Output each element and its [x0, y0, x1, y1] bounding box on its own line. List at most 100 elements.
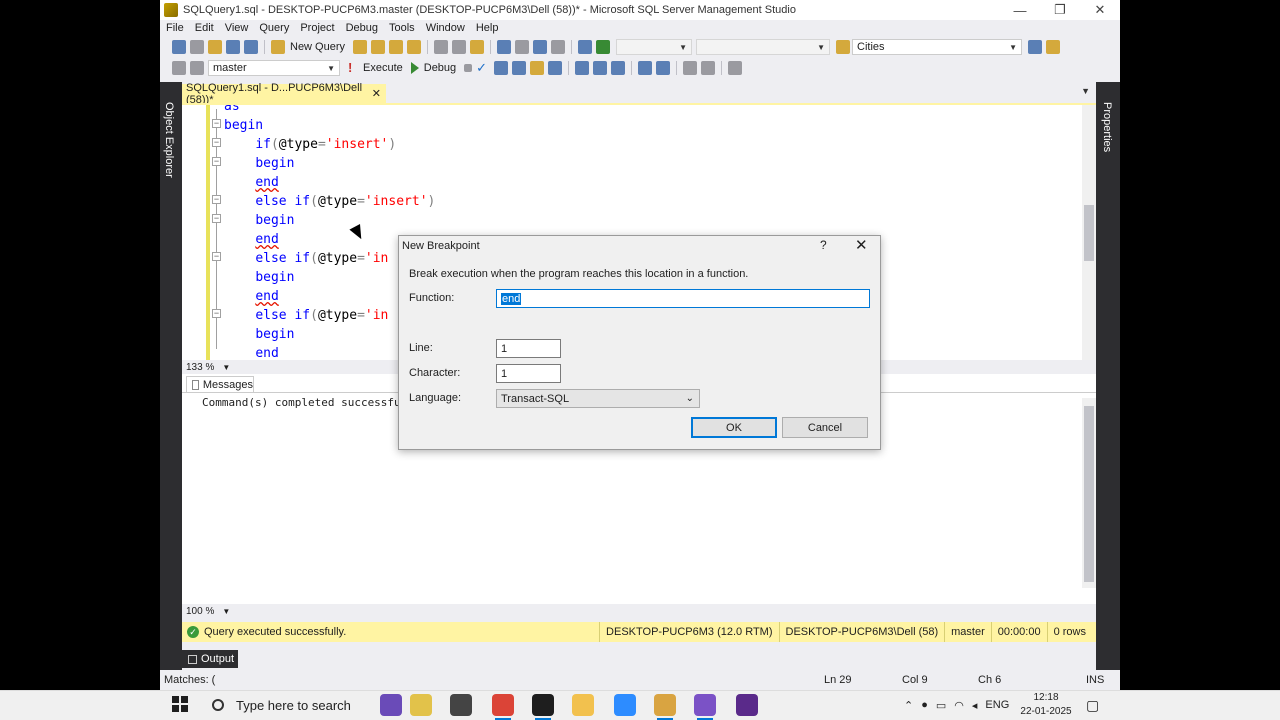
find-in-files-icon[interactable]: [836, 40, 851, 54]
find-combo[interactable]: Cities ▼: [852, 39, 1023, 55]
dialog-close-button[interactable]: ✕: [855, 236, 868, 254]
menu-edit[interactable]: Edit: [195, 22, 214, 34]
database-engine-query-icon[interactable]: [353, 40, 368, 54]
wifi-icon[interactable]: ◠: [954, 699, 964, 712]
taskbar-task-view-icon[interactable]: [450, 694, 472, 716]
results-vertical-scrollbar[interactable]: [1082, 398, 1096, 588]
taskbar-media-player-icon[interactable]: [736, 694, 758, 716]
properties-icon[interactable]: [1046, 40, 1061, 54]
zoom-dropdown-icon[interactable]: ▼: [222, 607, 230, 616]
display-plan-icon[interactable]: [494, 61, 509, 75]
properties-tab[interactable]: Properties: [1101, 102, 1113, 152]
menu-project[interactable]: Project: [300, 22, 334, 34]
connect-icon[interactable]: [172, 61, 186, 75]
decrease-indent-icon[interactable]: [683, 61, 698, 75]
messages-tab[interactable]: Messages: [186, 376, 254, 393]
taskbar-visual-studio-icon[interactable]: [694, 694, 716, 720]
menu-file[interactable]: File: [166, 22, 184, 34]
object-explorer-tab[interactable]: Object Explorer: [163, 102, 175, 178]
query-document-tab[interactable]: SQLQuery1.sql - D...PUCP6M3\Dell (58))* …: [182, 82, 386, 106]
maximize-button[interactable]: ❐: [1040, 0, 1080, 20]
menu-query[interactable]: Query: [259, 22, 289, 34]
fold-toggle-icon[interactable]: −: [212, 309, 221, 318]
fold-toggle-icon[interactable]: −: [212, 157, 221, 166]
undo-icon[interactable]: [497, 40, 512, 54]
help-button[interactable]: ?: [820, 238, 827, 252]
microphone-icon[interactable]: ●: [921, 699, 928, 711]
add-item-icon[interactable]: [190, 40, 204, 54]
query-options-icon[interactable]: [512, 61, 527, 75]
windows-start-icon[interactable]: [172, 696, 188, 712]
ok-button[interactable]: OK: [691, 417, 777, 438]
analysis-query-icon[interactable]: [371, 40, 386, 54]
menu-tools[interactable]: Tools: [389, 22, 415, 34]
volume-icon[interactable]: ◂: [972, 699, 978, 712]
zoom-dropdown-icon[interactable]: ▼: [222, 363, 230, 372]
new-query-icon[interactable]: [271, 40, 285, 54]
menu-help[interactable]: Help: [476, 22, 499, 34]
navigate-forward-icon[interactable]: [551, 40, 566, 54]
taskbar-ssms-icon[interactable]: [654, 694, 676, 720]
notification-icon[interactable]: ▢: [1086, 690, 1099, 720]
battery-icon[interactable]: ▭: [936, 699, 946, 712]
taskbar-zoom-icon[interactable]: [614, 694, 636, 716]
comment-icon[interactable]: [638, 61, 653, 75]
solution-platform-combo[interactable]: ▼: [696, 39, 831, 55]
taskbar-chrome-icon[interactable]: [492, 694, 514, 720]
change-connection-icon[interactable]: [190, 61, 204, 75]
debug-button[interactable]: Debug: [424, 62, 456, 74]
redo-icon[interactable]: [515, 40, 530, 54]
results-zoom-level[interactable]: 100 %: [186, 606, 214, 617]
available-databases-combo[interactable]: master ▼: [208, 60, 340, 76]
intellisense-icon[interactable]: [530, 61, 545, 75]
fold-toggle-icon[interactable]: −: [212, 252, 221, 261]
input-language[interactable]: ENG: [985, 699, 1009, 711]
execute-button[interactable]: Execute: [363, 62, 403, 74]
mdx-query-icon[interactable]: [389, 40, 404, 54]
function-input[interactable]: end: [496, 289, 870, 308]
output-tab[interactable]: Output: [182, 650, 238, 668]
fold-toggle-icon[interactable]: −: [212, 214, 221, 223]
minimize-button[interactable]: —: [1000, 0, 1040, 20]
editor-vertical-scrollbar[interactable]: [1082, 105, 1096, 360]
solution-configuration-combo[interactable]: ▼: [616, 39, 693, 55]
increase-indent-icon[interactable]: [701, 61, 716, 75]
fold-toggle-icon[interactable]: −: [212, 195, 221, 204]
menu-window[interactable]: Window: [426, 22, 465, 34]
results-scroll-thumb[interactable]: [1084, 406, 1094, 582]
new-query-button[interactable]: New Query: [290, 41, 345, 53]
line-input[interactable]: 1: [496, 339, 561, 358]
uncomment-icon[interactable]: [656, 61, 671, 75]
cancel-query-icon[interactable]: [464, 64, 473, 72]
save-icon[interactable]: [226, 40, 240, 54]
taskbar-search-box[interactable]: Type here to search: [200, 690, 372, 720]
specify-template-values-icon[interactable]: [728, 61, 743, 75]
copy-icon[interactable]: [452, 40, 467, 54]
navigate-backward-icon[interactable]: [533, 40, 548, 54]
results-to-file-icon[interactable]: [611, 61, 626, 75]
close-tab-icon[interactable]: ✕: [372, 87, 381, 100]
paste-icon[interactable]: [470, 40, 485, 54]
activity-monitor-icon[interactable]: [578, 40, 593, 54]
taskbar-media-app-icon[interactable]: [380, 694, 402, 716]
character-input[interactable]: 1: [496, 364, 561, 383]
debug-icon[interactable]: [410, 62, 419, 74]
results-to-grid-icon[interactable]: [593, 61, 608, 75]
save-all-icon[interactable]: [244, 40, 258, 54]
language-select[interactable]: Transact-SQL ⌄: [496, 389, 700, 408]
close-window-button[interactable]: ✕: [1080, 0, 1120, 20]
execute-icon[interactable]: !: [348, 61, 358, 75]
menu-view[interactable]: View: [225, 22, 249, 34]
start-icon[interactable]: [596, 40, 611, 54]
editor-zoom-level[interactable]: 133 %: [186, 362, 214, 373]
fold-toggle-icon[interactable]: −: [212, 138, 221, 147]
cut-icon[interactable]: [434, 40, 449, 54]
solution-explorer-icon[interactable]: [1028, 40, 1043, 54]
taskbar-clock[interactable]: 12:18 22-01-2025: [1018, 690, 1074, 720]
taskbar-notes-app-icon[interactable]: [410, 694, 432, 716]
menu-debug[interactable]: Debug: [346, 22, 378, 34]
tab-dropdown-icon[interactable]: ▼: [1081, 86, 1090, 96]
parse-check-icon[interactable]: ✓: [476, 61, 490, 75]
xmla-query-icon[interactable]: [407, 40, 422, 54]
editor-scroll-thumb[interactable]: [1084, 205, 1094, 261]
